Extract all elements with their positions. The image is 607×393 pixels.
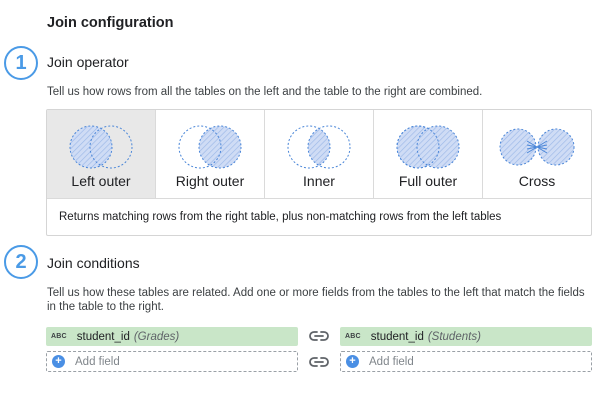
- add-right-field-button[interactable]: + Add field: [340, 351, 592, 372]
- add-icon: +: [52, 355, 65, 368]
- full-outer-venn-icon: [396, 125, 460, 169]
- join-option-label: Inner: [303, 173, 335, 189]
- step-1-badge: 1: [4, 46, 38, 80]
- cross-join-icon: [499, 128, 575, 166]
- text-type-badge: ABC: [51, 333, 67, 340]
- join-option-cross[interactable]: Cross: [483, 110, 591, 198]
- join-type-options: Left outer Right outer Inner Full outer …: [47, 110, 591, 199]
- left-join-field[interactable]: ABC student_id (Grades): [46, 327, 298, 346]
- join-option-inner[interactable]: Inner: [265, 110, 374, 198]
- right-join-field[interactable]: ABC student_id (Students): [340, 327, 592, 346]
- join-type-description: Returns matching rows from the right tab…: [59, 211, 502, 223]
- join-option-right-outer[interactable]: Right outer: [156, 110, 265, 198]
- join-operator-panel: Left outer Right outer Inner Full outer …: [46, 109, 592, 236]
- join-operator-description: Tell us how rows from all the tables on …: [47, 86, 483, 98]
- join-option-label: Right outer: [175, 173, 245, 189]
- join-option-label: Cross: [518, 173, 556, 189]
- join-option-left-outer[interactable]: Left outer: [47, 110, 156, 198]
- join-conditions-title: Join conditions: [47, 255, 140, 271]
- field-name: student_id: [370, 330, 424, 343]
- join-option-label: Left outer: [71, 173, 131, 189]
- add-field-label: Add field: [75, 355, 120, 368]
- add-field-label: Add field: [369, 355, 414, 368]
- step-2-badge: 2: [4, 245, 38, 279]
- field-source-table: (Grades): [133, 330, 180, 343]
- field-name: student_id: [76, 330, 130, 343]
- left-outer-venn-icon: [69, 125, 133, 169]
- join-option-label: Full outer: [398, 173, 458, 189]
- join-conditions-description: Tell us how these tables are related. Ad…: [47, 287, 585, 313]
- inner-venn-icon: [287, 125, 351, 169]
- link-icon[interactable]: [309, 329, 329, 343]
- field-source-table: (Students): [427, 330, 481, 343]
- join-operator-title: Join operator: [47, 54, 129, 70]
- page-title: Join configuration: [47, 15, 174, 31]
- join-option-full-outer[interactable]: Full outer: [374, 110, 483, 198]
- text-type-badge: ABC: [345, 333, 361, 340]
- add-left-field-button[interactable]: + Add field: [46, 351, 298, 372]
- right-outer-venn-icon: [178, 125, 242, 169]
- link-icon[interactable]: [309, 355, 329, 369]
- add-icon: +: [346, 355, 359, 368]
